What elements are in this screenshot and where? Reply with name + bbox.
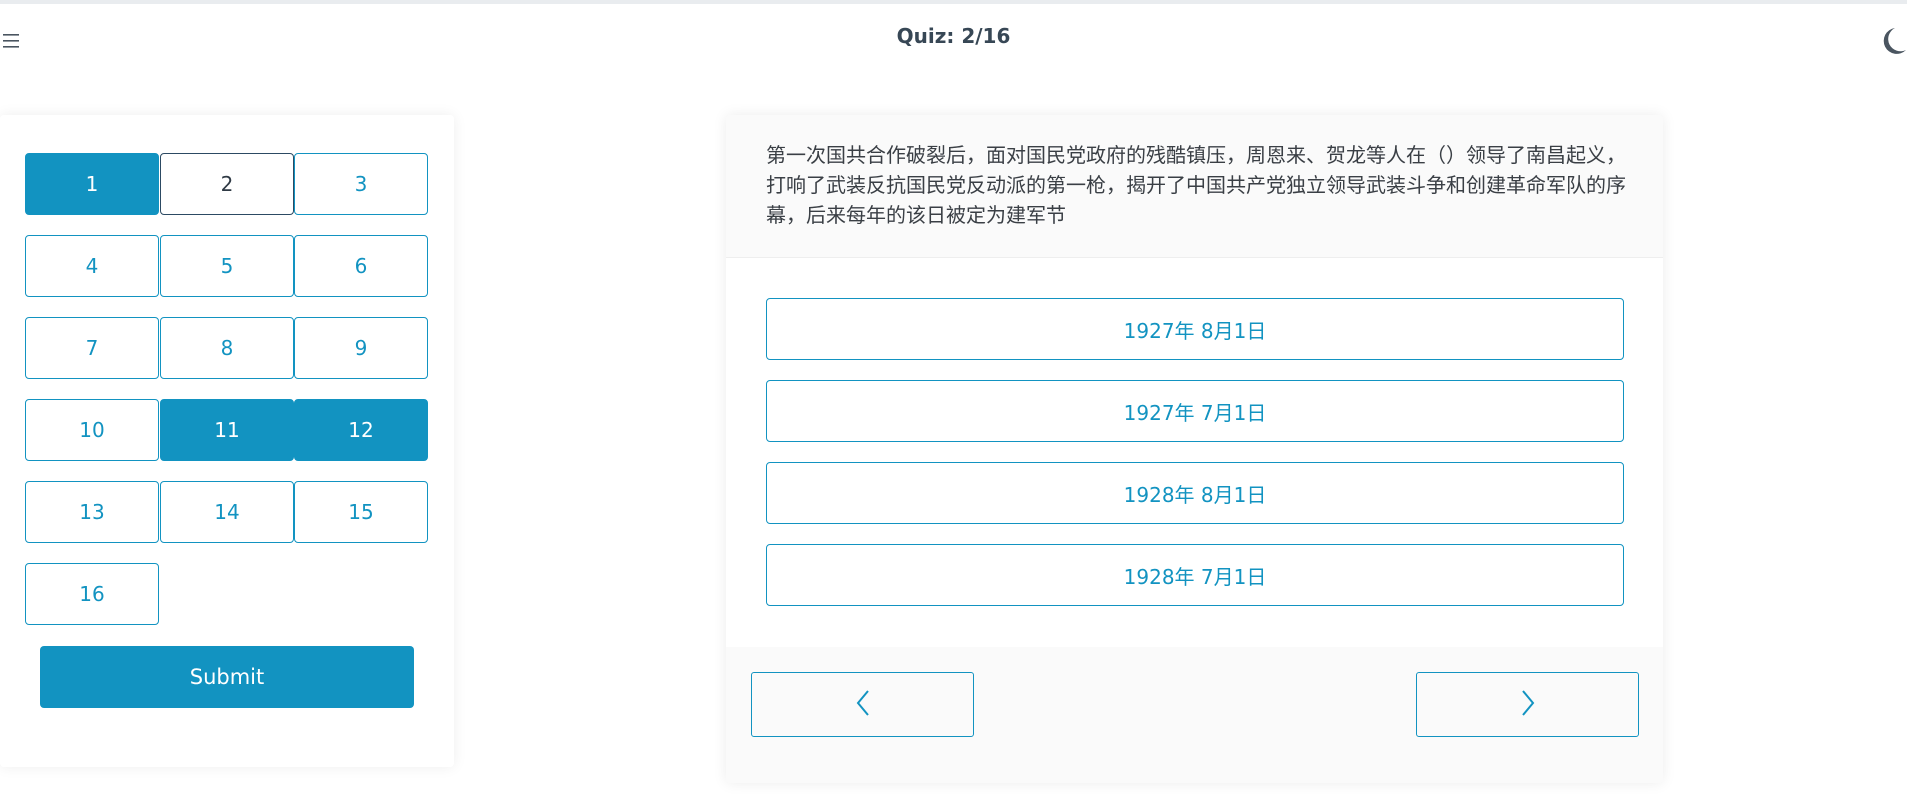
quiz-page: Quiz: 2/16 1 2 3 4 5 6 7 8 9 10 11 12 13 14 15 16 Submi… [0,0,1907,808]
top-border [0,0,1907,4]
question-nav-button[interactable]: 6 [294,235,428,297]
question-nav-button[interactable]: 13 [25,481,159,543]
question-nav-button[interactable]: 2 [160,153,294,215]
option-c[interactable]: 1928年 8月1日 [766,462,1624,524]
question-nav-button[interactable]: 11 [160,399,294,461]
options-list: 1927年 8月1日 1927年 7月1日 1928年 8月1日 1928年 7… [726,258,1663,647]
question-nav-button[interactable]: 15 [294,481,428,543]
question-nav-button[interactable]: 3 [294,153,428,215]
question-nav-button[interactable]: 5 [160,235,294,297]
option-b[interactable]: 1927年 7月1日 [766,380,1624,442]
chevron-left-icon [855,689,871,721]
option-a[interactable]: 1927年 8月1日 [766,298,1624,360]
question-navigator: 1 2 3 4 5 6 7 8 9 10 11 12 13 14 15 16 Submit [0,115,454,767]
question-nav-button[interactable]: 4 [25,235,159,297]
question-area: 第一次国共合作破裂后，面对国民党政府的残酷镇压，周恩来、贺龙等人在（）领导了南昌… [726,115,1663,258]
chevron-right-icon [1520,689,1536,721]
question-nav-button[interactable]: 16 [25,563,159,625]
question-nav-button[interactable]: 8 [160,317,294,379]
quiz-card: 第一次国共合作破裂后，面对国民党政府的残酷镇压，周恩来、贺龙等人在（）领导了南昌… [726,115,1663,783]
question-nav-button[interactable]: 14 [160,481,294,543]
question-nav-button[interactable]: 1 [25,153,159,215]
next-button[interactable] [1416,672,1639,737]
question-text: 第一次国共合作破裂后，面对国民党政府的残酷镇压，周恩来、贺龙等人在（）领导了南昌… [766,143,1626,227]
question-nav-button[interactable]: 12 [294,399,428,461]
option-d[interactable]: 1928年 7月1日 [766,544,1624,606]
previous-button[interactable] [751,672,974,737]
question-nav-button[interactable]: 9 [294,317,428,379]
question-nav-button[interactable]: 10 [25,399,159,461]
submit-button[interactable]: Submit [40,646,414,708]
question-nav-button[interactable]: 7 [25,317,159,379]
page-title: Quiz: 2/16 [896,24,1011,48]
moon-icon[interactable] [1878,26,1906,56]
